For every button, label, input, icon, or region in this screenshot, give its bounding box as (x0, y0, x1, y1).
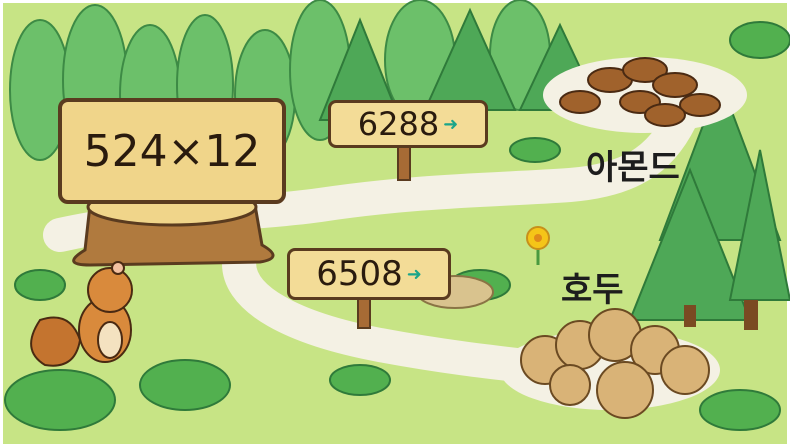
answer-sign-walnut[interactable]: 6508 ➜ (287, 248, 451, 300)
almond-label: 아몬드 (586, 148, 680, 188)
answer-value: 6288 (357, 105, 440, 143)
problem-expression: 524×12 (83, 125, 261, 177)
game-scene: 524×12 6288 ➜ 6508 ➜ 아몬드 호두 (0, 0, 790, 447)
answer-sign-almond[interactable]: 6288 ➜ (328, 100, 488, 148)
answer-value: 6508 (316, 254, 403, 294)
arrow-right-icon: ➜ (406, 263, 422, 285)
arrow-right-icon: ➜ (443, 113, 459, 135)
problem-sign: 524×12 (58, 98, 286, 204)
forest-background (0, 0, 790, 447)
walnut-label: 호두 (561, 270, 624, 310)
almond-pile-icon (543, 57, 747, 133)
